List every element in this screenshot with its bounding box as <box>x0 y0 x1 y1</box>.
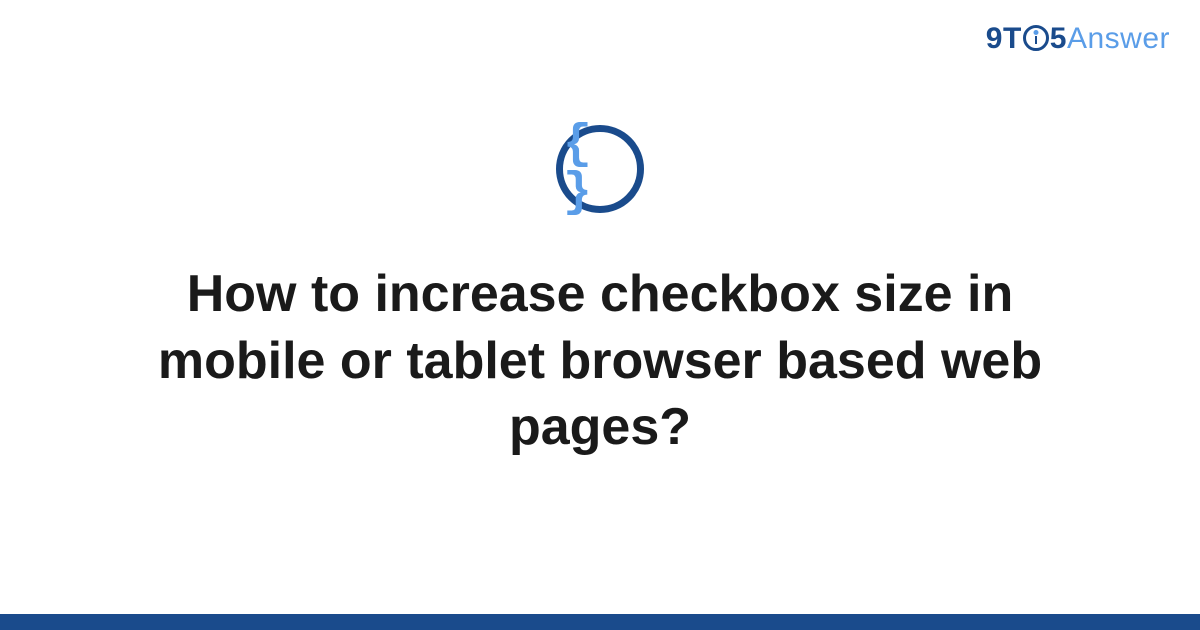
logo-o-clock-icon <box>1022 22 1050 56</box>
logo-answer: Answer <box>1067 22 1170 55</box>
logo-nine: 9 <box>986 22 1003 55</box>
question-title: How to increase checkbox size in mobile … <box>75 261 1125 461</box>
footer-accent-bar <box>0 614 1200 630</box>
logo-t: T <box>1003 22 1022 55</box>
main-content: { } How to increase checkbox size in mob… <box>0 125 1200 461</box>
site-logo: 9T5Answer <box>986 22 1170 56</box>
category-icon-circle: { } <box>556 125 644 213</box>
code-braces-icon: { } <box>563 121 637 217</box>
logo-five: 5 <box>1050 22 1067 55</box>
